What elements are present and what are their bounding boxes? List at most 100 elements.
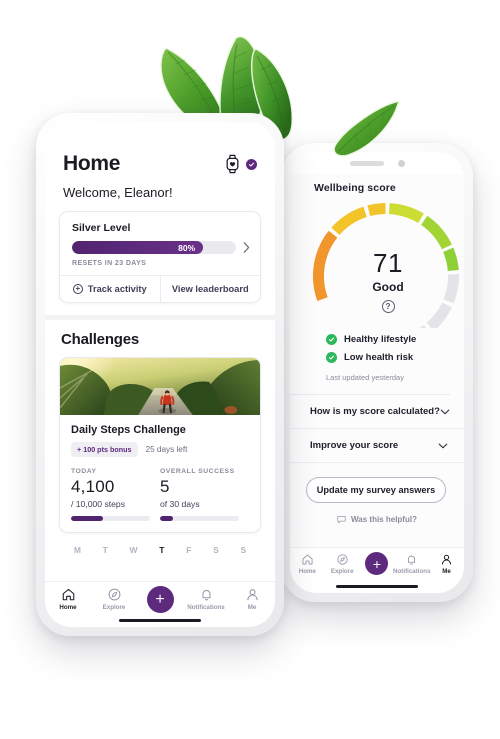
chevron-right-icon[interactable]: [243, 242, 250, 253]
composition-stage: Wellbeing score 71 Good ? Healthy lifest…: [0, 0, 500, 739]
left-phone-device: Home Welcome, Eleanor! Silver Level 80% …: [36, 113, 284, 636]
stat-progress-fill: [160, 516, 174, 521]
accordion-label: Improve your score: [310, 440, 399, 451]
nav-label: Home: [59, 604, 77, 611]
gauge-center-readout: 71 Good ?: [290, 250, 464, 313]
accordion-improve-score[interactable]: Improve your score: [290, 429, 464, 463]
right-phone-navbar: Home Explore + Notifications Me: [290, 547, 464, 593]
stat-key: OVERALL SUCCESS: [160, 468, 235, 475]
was-this-helpful[interactable]: Was this helpful?: [290, 515, 464, 524]
nav-item-home[interactable]: Home: [45, 587, 91, 611]
challenge-name: Daily Steps Challenge: [71, 424, 186, 436]
left-phone-navbar: Home Explore + Notifications Me: [45, 581, 275, 627]
chevron-down-icon: [440, 409, 450, 414]
update-survey-button[interactable]: Update my survey answers: [306, 477, 446, 503]
nav-item-me[interactable]: Me: [229, 587, 275, 611]
level-progress-fill: 80%: [72, 241, 204, 254]
bell-icon: [201, 589, 211, 601]
weekday-2[interactable]: W: [130, 545, 138, 555]
stat-today: TODAY 4,100 / 10,000 steps: [71, 468, 160, 521]
view-leaderboard-label: View leaderboard: [171, 284, 249, 294]
plus-circle-icon: +: [72, 284, 83, 294]
level-card-actions: + Track activity View leaderboard: [60, 275, 260, 302]
compass-icon: [108, 588, 120, 601]
nav-item-add[interactable]: +: [360, 552, 395, 575]
plus-fab-icon[interactable]: +: [146, 586, 174, 613]
challenge-stats: TODAY 4,100 / 10,000 steps OVERALL SUCCE…: [71, 468, 249, 521]
nav-label: Explore: [102, 604, 126, 611]
gauge-rating: Good: [372, 280, 404, 294]
stat-value: 4,100: [71, 477, 115, 496]
list-item: Low health risk: [326, 352, 464, 363]
wellbeing-title: Wellbeing score: [314, 182, 396, 194]
bonus-badge: + 100 pts bonus: [71, 442, 138, 457]
verified-check-icon: [246, 158, 257, 170]
wellbeing-screen: Wellbeing score 71 Good ? Healthy lifest…: [290, 152, 464, 593]
nav-item-home[interactable]: Home: [290, 553, 325, 575]
challenges-title: Challenges: [61, 331, 140, 348]
stat-sub: of 30 days: [160, 499, 200, 509]
page-title: Home: [63, 152, 121, 175]
challenge-photo: [60, 358, 260, 415]
stat-overall: OVERALL SUCCESS 5 of 30 days: [160, 468, 249, 521]
level-progress-row: 80%: [72, 241, 250, 254]
weekday-1[interactable]: T: [103, 545, 108, 555]
header-icons: [224, 154, 257, 174]
welcome-text: Welcome, Eleanor!: [63, 185, 173, 200]
accordion-label: How is my score calculated?: [310, 406, 440, 417]
nav-label: Notifications: [393, 568, 431, 575]
check-label: Healthy lifestyle: [344, 334, 417, 345]
weekday-4[interactable]: F: [186, 545, 191, 555]
weekday-6[interactable]: S: [240, 545, 246, 555]
level-reset-text: RESETS IN 23 DAYS: [72, 260, 147, 267]
challenge-meta: + 100 pts bonus 25 days left: [71, 442, 249, 457]
level-card: Silver Level 80% RESETS IN 23 DAYS + Tra…: [59, 211, 261, 303]
nav-label: Me: [247, 604, 257, 611]
person-icon: [246, 589, 258, 601]
level-card-top[interactable]: Silver Level 80% RESETS IN 23 DAYS: [60, 212, 260, 275]
home-indicator: [119, 618, 201, 622]
challenge-card[interactable]: Daily Steps Challenge + 100 pts bonus 25…: [59, 357, 261, 533]
gauge-score: 71: [373, 248, 403, 278]
stat-sub: / 10,000 steps: [71, 499, 125, 509]
stat-key: TODAY: [71, 468, 97, 475]
bell-icon: [408, 555, 416, 565]
weekday-strip: MTWTFSS: [45, 539, 275, 555]
last-updated-text: Last updated yesterday: [326, 373, 404, 382]
nav-label: Me: [442, 568, 451, 575]
weekday-0[interactable]: M: [74, 545, 81, 555]
stat-progress-track: [71, 516, 150, 521]
stat-progress-track: [160, 516, 239, 521]
nav-item-explore[interactable]: Explore: [91, 587, 137, 611]
plus-fab-icon[interactable]: +: [365, 552, 389, 575]
track-activity-button[interactable]: + Track activity: [60, 276, 160, 302]
challenge-body: Daily Steps Challenge + 100 pts bonus 25…: [60, 415, 260, 532]
wellbeing-gauge: 71 Good ?: [290, 198, 464, 345]
view-leaderboard-button[interactable]: View leaderboard: [159, 276, 261, 302]
home-header: Home: [45, 146, 275, 176]
green-check-icon: [326, 334, 337, 345]
nav-label: Home: [298, 568, 316, 575]
weekday-5[interactable]: S: [213, 545, 219, 555]
weekday-3[interactable]: T: [159, 545, 164, 555]
track-activity-label: Track activity: [87, 284, 147, 294]
chevron-down-icon: [438, 443, 448, 448]
nav-item-explore[interactable]: Explore: [325, 553, 360, 575]
nav-label: Notifications: [187, 604, 225, 611]
nav-item-notifications[interactable]: Notifications: [393, 553, 431, 575]
list-item: Healthy lifestyle: [326, 334, 464, 345]
left-phone-screen: Home Welcome, Eleanor! Silver Level 80% …: [45, 122, 275, 627]
question-mark-icon[interactable]: ?: [381, 300, 395, 313]
nav-item-me[interactable]: Me: [429, 553, 464, 575]
accordion-score-calculated[interactable]: How is my score calculated?: [290, 395, 464, 429]
home-screen: Home Welcome, Eleanor! Silver Level 80% …: [45, 122, 275, 627]
nav-item-add[interactable]: +: [137, 586, 183, 613]
stat-value: 5: [160, 477, 170, 496]
stat-progress-fill: [71, 516, 104, 521]
nav-label: Explore: [330, 568, 354, 575]
smartwatch-heart-icon[interactable]: [224, 154, 241, 174]
days-left-text: 25 days left: [145, 445, 188, 454]
nav-item-notifications[interactable]: Notifications: [183, 587, 229, 611]
speech-bubble-icon: [337, 516, 346, 524]
home-icon: [302, 554, 313, 565]
